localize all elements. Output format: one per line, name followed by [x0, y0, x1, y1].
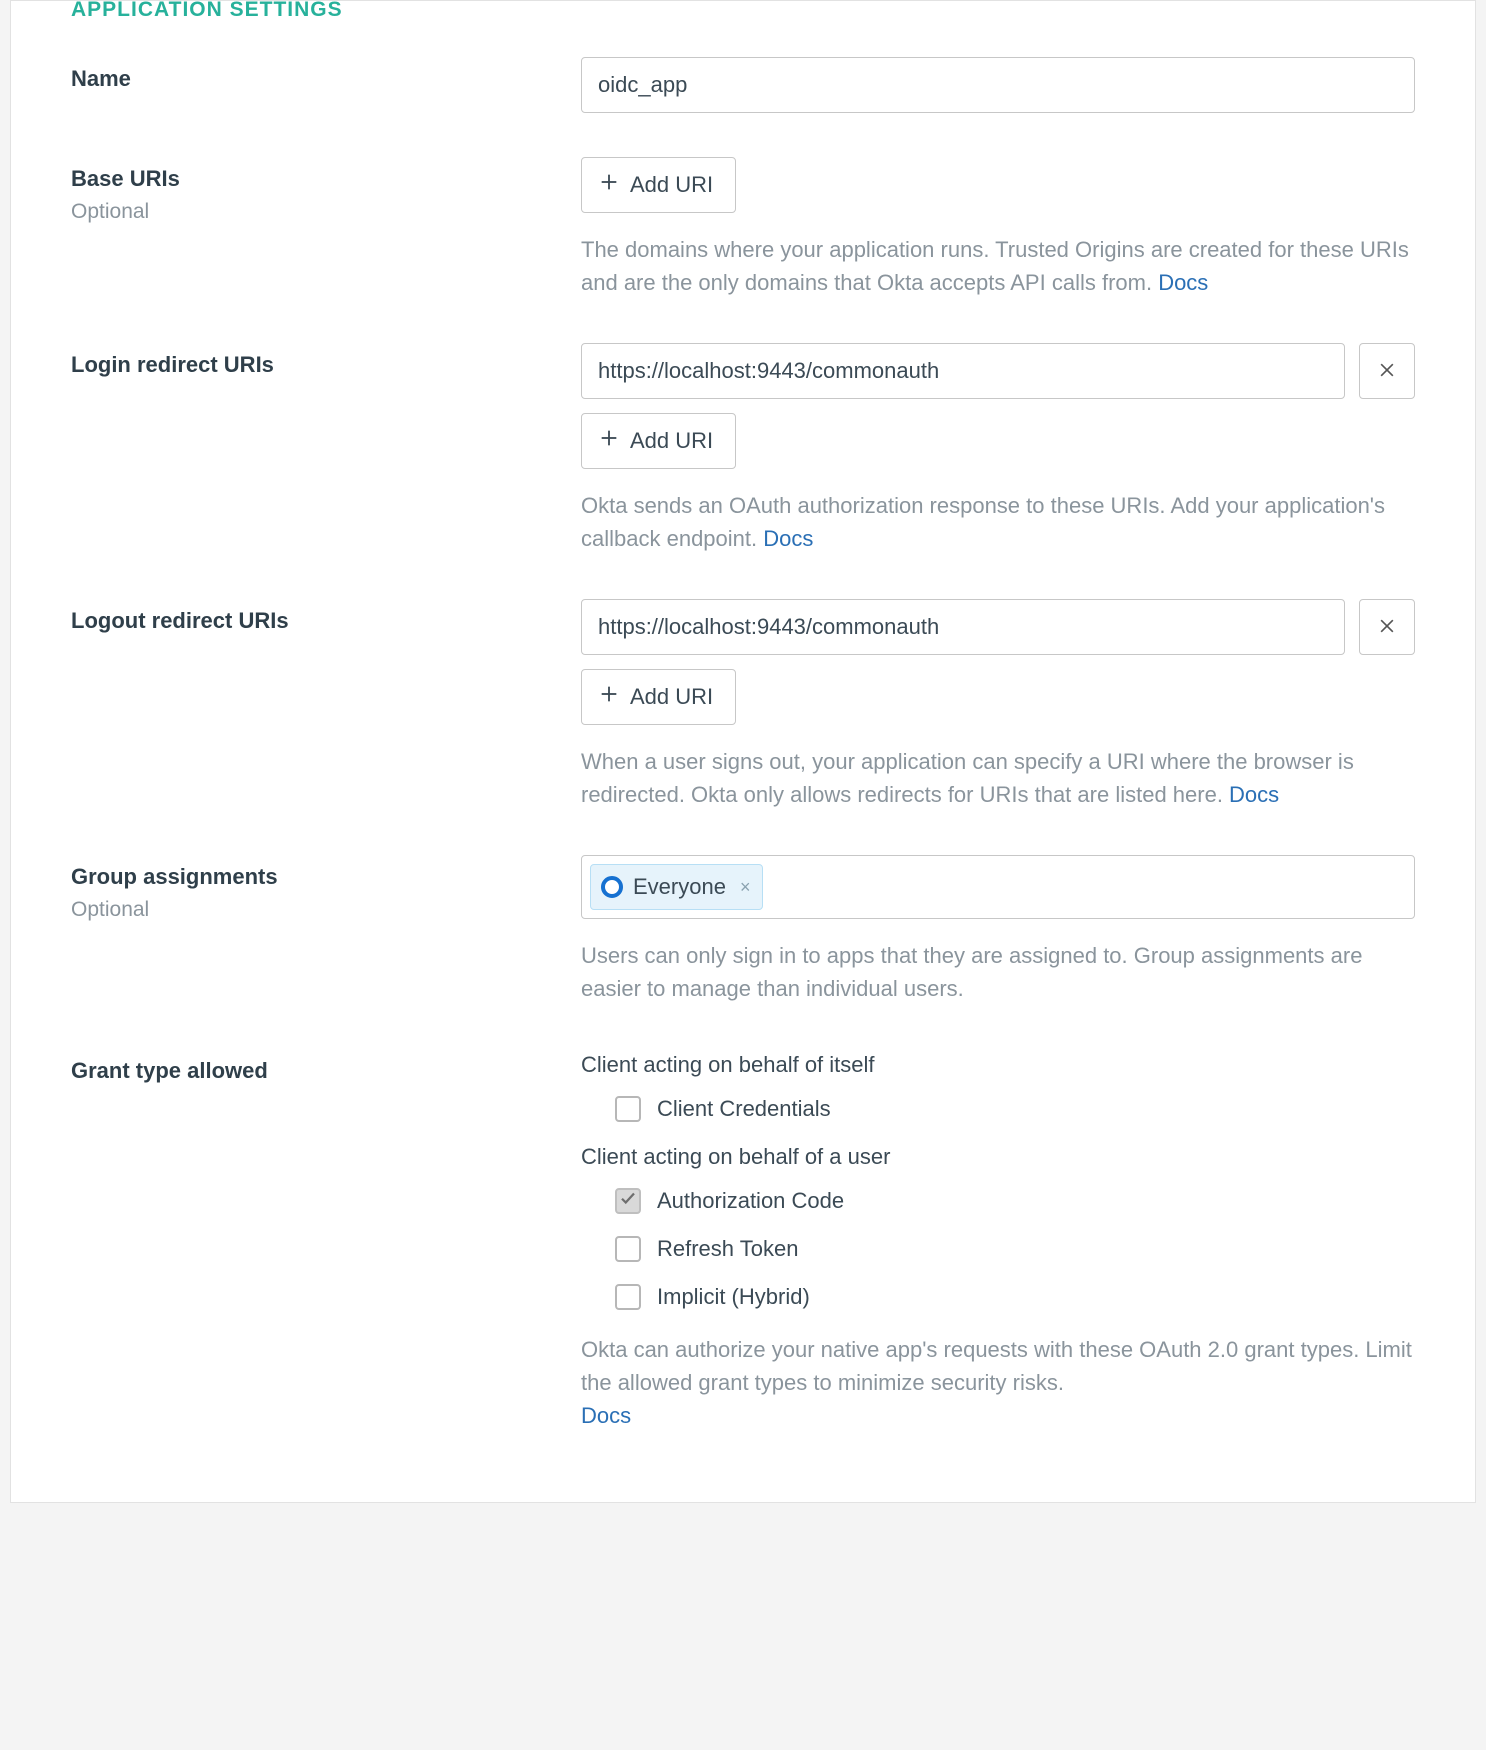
base-uris-help: The domains where your application runs.… — [581, 233, 1415, 299]
grant-type-help: Okta can authorize your native app's req… — [581, 1333, 1415, 1432]
row-logout-redirect: Logout redirect URIs Add URI When a user… — [71, 599, 1415, 811]
row-login-redirect: Login redirect URIs Add URI Okta sends a… — [71, 343, 1415, 555]
login-redirect-input[interactable] — [581, 343, 1345, 399]
checkbox-authorization-code[interactable] — [615, 1188, 641, 1214]
checkbox-refresh-token[interactable] — [615, 1236, 641, 1262]
logout-redirect-input[interactable] — [581, 599, 1345, 655]
checkbox-client-credentials[interactable] — [615, 1096, 641, 1122]
add-base-uri-button[interactable]: Add URI — [581, 157, 736, 213]
login-redirect-docs-link[interactable]: Docs — [763, 526, 813, 551]
label-refresh-token: Refresh Token — [657, 1233, 798, 1265]
remove-login-redirect-button[interactable] — [1359, 343, 1415, 399]
logout-redirect-help: When a user signs out, your application … — [581, 745, 1415, 811]
base-uris-label: Base URIs — [71, 163, 581, 195]
group-icon — [601, 876, 623, 898]
group-assignments-label: Group assignments — [71, 861, 581, 893]
close-icon — [1377, 616, 1397, 639]
login-redirect-label: Login redirect URIs — [71, 349, 581, 381]
grant-user-heading: Client acting on behalf of a user — [581, 1141, 1415, 1173]
remove-group-tag[interactable]: × — [736, 874, 751, 900]
row-base-uris: Base URIs Optional Add URI The domains w… — [71, 157, 1415, 299]
group-assignments-input[interactable]: Everyone × — [581, 855, 1415, 919]
add-base-uri-label: Add URI — [630, 172, 713, 198]
add-logout-redirect-button[interactable]: Add URI — [581, 669, 736, 725]
name-label: Name — [71, 63, 581, 95]
checkbox-implicit[interactable] — [615, 1284, 641, 1310]
label-client-credentials: Client Credentials — [657, 1093, 831, 1125]
login-redirect-help: Okta sends an OAuth authorization respon… — [581, 489, 1415, 555]
group-assignments-optional: Optional — [71, 895, 581, 925]
grant-self-heading: Client acting on behalf of itself — [581, 1049, 1415, 1081]
application-settings-panel: APPLICATION SETTINGS Name Base URIs Opti… — [10, 0, 1476, 1503]
check-icon — [619, 1186, 637, 1216]
grant-type-docs-link[interactable]: Docs — [581, 1403, 631, 1428]
section-heading: APPLICATION SETTINGS — [71, 0, 1415, 25]
grant-type-label: Grant type allowed — [71, 1055, 581, 1087]
row-group-assignments: Group assignments Optional Everyone × Us… — [71, 855, 1415, 1005]
add-logout-redirect-label: Add URI — [630, 684, 713, 710]
plus-icon — [598, 683, 620, 711]
base-uris-docs-link[interactable]: Docs — [1158, 270, 1208, 295]
name-input[interactable] — [581, 57, 1415, 113]
group-assignments-help: Users can only sign in to apps that they… — [581, 939, 1415, 1005]
base-uris-optional: Optional — [71, 197, 581, 227]
group-tag-label: Everyone — [633, 871, 726, 903]
row-grant-type: Grant type allowed Client acting on beha… — [71, 1049, 1415, 1431]
remove-logout-redirect-button[interactable] — [1359, 599, 1415, 655]
add-login-redirect-button[interactable]: Add URI — [581, 413, 736, 469]
logout-redirect-docs-link[interactable]: Docs — [1229, 782, 1279, 807]
logout-redirect-label: Logout redirect URIs — [71, 605, 581, 637]
plus-icon — [598, 171, 620, 199]
plus-icon — [598, 427, 620, 455]
add-login-redirect-label: Add URI — [630, 428, 713, 454]
label-authorization-code: Authorization Code — [657, 1185, 844, 1217]
label-implicit: Implicit (Hybrid) — [657, 1281, 810, 1313]
row-name: Name — [71, 57, 1415, 113]
group-tag-everyone: Everyone × — [590, 864, 763, 910]
close-icon — [1377, 360, 1397, 383]
